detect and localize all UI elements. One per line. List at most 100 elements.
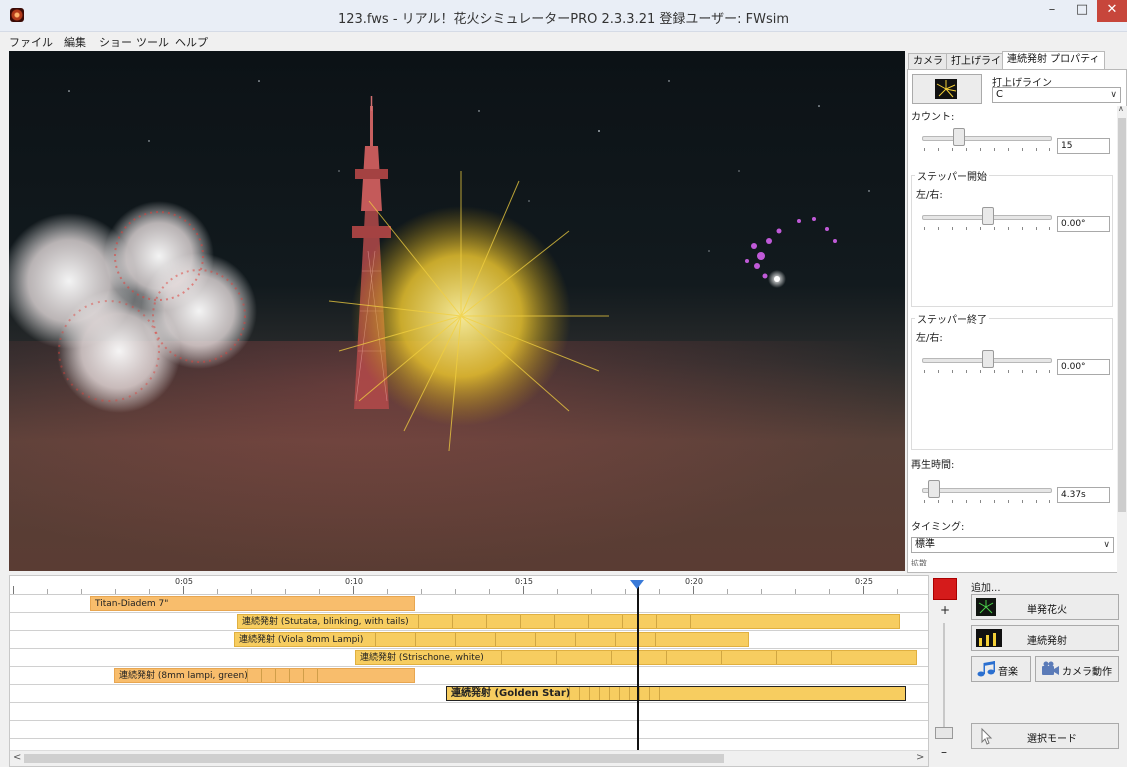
maximize-button[interactable]: □ xyxy=(1067,0,1097,22)
stepper-end-lr-label: 左/右: xyxy=(916,333,943,344)
add-title: 追加... xyxy=(971,583,1001,594)
timeline-bar-strischone[interactable]: 連続発射 (Strischone, white) xyxy=(355,650,917,665)
tick xyxy=(387,589,388,594)
scrollbar-thumb[interactable] xyxy=(1118,118,1126,512)
playhead[interactable] xyxy=(637,586,639,750)
sparkle-icon xyxy=(936,80,957,98)
count-slider-thumb[interactable] xyxy=(953,128,965,146)
row-divider xyxy=(10,630,928,631)
stepper-start-slider-thumb[interactable] xyxy=(982,207,994,225)
stepper-start-field[interactable]: 0.00° xyxy=(1057,216,1110,232)
bar-label: 連続発射 (Viola 8mm Lampi) xyxy=(239,635,364,645)
menu-edit[interactable]: 編集 xyxy=(64,34,86,50)
tick xyxy=(353,586,354,594)
minimize-button[interactable]: – xyxy=(1037,0,1067,22)
tick xyxy=(761,589,762,594)
bar-label: 連続発射 (8mm lampi, green) xyxy=(119,671,248,681)
launch-line-select[interactable]: C ∨ xyxy=(992,87,1121,103)
ruler-label: 0:25 xyxy=(855,577,873,586)
timeline[interactable]: 0:05 0:10 0:15 0:20 0:25 Titan-Diadem 7"… xyxy=(9,575,929,767)
count-slider[interactable] xyxy=(922,136,1052,141)
tick xyxy=(693,586,694,594)
menu-show[interactable]: ショー xyxy=(99,34,132,50)
add-camera-label: カメラ動作 xyxy=(1062,667,1112,678)
tick xyxy=(13,586,14,594)
playtime-slider[interactable] xyxy=(922,488,1052,493)
tab-camera[interactable]: カメラ xyxy=(908,53,948,70)
ruler-label: 0:05 xyxy=(175,577,193,586)
select-mode-button[interactable]: 選択モード xyxy=(971,723,1119,749)
tick xyxy=(47,589,48,594)
close-button[interactable]: ✕ xyxy=(1097,0,1127,22)
stepper-end-field[interactable]: 0.00° xyxy=(1057,359,1110,375)
scrollbar-thumb[interactable] xyxy=(24,754,724,763)
add-camera-motion-button[interactable]: カメラ動作 xyxy=(1035,656,1119,682)
stepper-start-ticks xyxy=(924,227,1050,231)
stepper-end-ticks xyxy=(924,370,1050,374)
tick xyxy=(81,589,82,594)
scroll-left-icon[interactable]: < xyxy=(13,752,21,763)
playtime-slider-thumb[interactable] xyxy=(928,480,940,498)
timing-select[interactable]: 標準 ∨ xyxy=(911,537,1114,553)
tab-cake-properties[interactable]: 連続発射 プロパティ xyxy=(1002,51,1105,71)
tick xyxy=(217,589,218,594)
moon xyxy=(768,270,786,288)
count-field[interactable]: 15 xyxy=(1057,138,1110,154)
firework-thumbnail[interactable] xyxy=(912,74,982,104)
menu-file[interactable]: ファイル xyxy=(9,34,53,50)
bar-label: 連続発射 (Stutata, blinking, with tails) xyxy=(242,617,409,627)
menu-tools[interactable]: ツール xyxy=(136,34,169,50)
timeline-bar-viola[interactable]: 連続発射 (Viola 8mm Lampi) xyxy=(234,632,749,647)
timing-value: 標準 xyxy=(915,539,935,550)
tick xyxy=(557,589,558,594)
add-music-button[interactable]: 音楽 xyxy=(971,656,1031,682)
timeline-bar-golden-star[interactable]: 連続発射 (Golden Star) xyxy=(446,686,906,701)
timeline-scrollbar[interactable]: < > xyxy=(10,750,928,766)
tick xyxy=(727,589,728,594)
menu-help[interactable]: ヘルプ xyxy=(175,34,208,50)
zoom-in-icon[interactable]: + xyxy=(940,603,950,617)
tick xyxy=(863,586,864,594)
window-title: 123.fws - リアル！花火シミュレーターPRO 2.3.3.21 登録ユー… xyxy=(337,12,790,27)
stepper-end-slider-thumb[interactable] xyxy=(982,350,994,368)
cake-icon xyxy=(976,629,1002,647)
timeline-bar-titan[interactable]: Titan-Diadem 7" xyxy=(90,596,415,611)
zoom-out-icon[interactable]: – xyxy=(941,745,947,759)
tick xyxy=(489,589,490,594)
property-content: 打上げライン C ∨ カウント: ∧ ∨ 15 ステッパー開始 左/右: 0.0… xyxy=(907,69,1127,588)
chevron-down-icon: ∨ xyxy=(1103,540,1110,550)
ruler-label: 0:20 xyxy=(685,577,703,586)
zoom-slider-thumb[interactable] xyxy=(935,727,953,739)
add-cake-button[interactable]: 連続発射 xyxy=(971,625,1119,651)
tick xyxy=(591,589,592,594)
scroll-right-icon[interactable]: > xyxy=(916,752,924,763)
timeline-bar-8mm-lampi[interactable]: 連続発射 (8mm lampi, green) xyxy=(114,668,415,683)
bar-label: 連続発射 (Golden Star) xyxy=(451,688,571,699)
bar-label: Titan-Diadem 7" xyxy=(95,599,169,609)
tick xyxy=(149,589,150,594)
3d-viewport[interactable] xyxy=(9,51,905,571)
panel-scrollbar[interactable]: ∧ ∨ xyxy=(1117,104,1127,588)
white-firework-cluster xyxy=(9,201,257,413)
zoom-slider[interactable] xyxy=(943,623,945,733)
row-divider xyxy=(10,702,928,703)
time-ruler[interactable]: 0:05 0:10 0:15 0:20 0:25 xyxy=(10,576,928,595)
thumbnail-image xyxy=(935,79,957,99)
timeline-bar-stutata[interactable]: 連続発射 (Stutata, blinking, with tails) xyxy=(237,614,900,629)
property-panel: カメラ 打上げライン 連続発射 プロパティ 打上げライン C ∨ カウント: ∧… xyxy=(905,51,1127,588)
record-button[interactable] xyxy=(933,578,957,600)
add-single-firework-button[interactable]: 単発花火 xyxy=(971,594,1119,620)
playtime-ticks xyxy=(924,500,1050,504)
count-slider-ticks xyxy=(924,148,1050,152)
timing-label: タイミング: xyxy=(911,522,965,533)
playtime-field[interactable]: 4.37s xyxy=(1057,487,1110,503)
add-music-label: 音楽 xyxy=(998,667,1018,678)
stepper-start-label: ステッパー開始 xyxy=(915,168,989,183)
row-divider xyxy=(10,612,928,613)
cursor-icon xyxy=(981,727,993,745)
bar-label: 連続発射 (Strischone, white) xyxy=(360,653,484,663)
scroll-up-icon[interactable]: ∧ xyxy=(1118,104,1124,113)
firework-scene xyxy=(9,80,870,452)
menu-bar: ファイル 編集 ショー ツール ヘルプ xyxy=(0,32,1127,50)
playhead-marker-icon[interactable] xyxy=(630,580,644,589)
